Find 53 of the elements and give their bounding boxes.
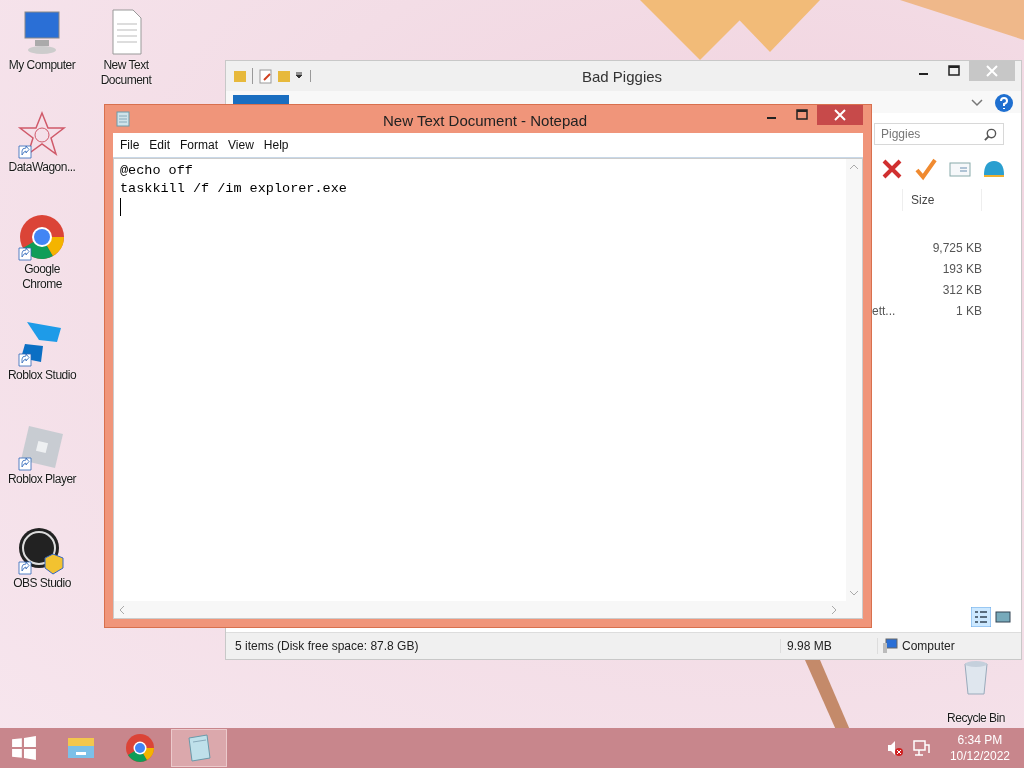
star-pattern-icon[interactable] <box>17 110 67 160</box>
icon-label: Roblox Studio <box>7 368 77 383</box>
menu-item[interactable]: View <box>223 138 259 152</box>
icon-label: My Computer <box>8 58 76 73</box>
file-name: ett... <box>872 303 897 318</box>
menu-item[interactable]: File <box>115 138 145 152</box>
checkmark-icon[interactable] <box>914 157 938 181</box>
icon-label: Google Chrome <box>21 262 63 292</box>
flower-stem-drawing <box>805 660 850 730</box>
computer-icon <box>877 638 898 654</box>
network-icon[interactable] <box>911 739 930 757</box>
menu-item[interactable]: Format <box>175 138 224 152</box>
notepad-icon <box>115 111 131 127</box>
status-size: 9.98 MB <box>780 639 873 653</box>
menu-item[interactable]: Help <box>258 138 294 152</box>
chevron-icon[interactable] <box>971 99 983 107</box>
status-text: 5 items (Disk free space: 87.8 GB) <box>235 639 420 653</box>
icon-label: New Text Document <box>99 58 153 88</box>
icon-label: Roblox Player <box>7 472 77 487</box>
ribbon-tab[interactable] <box>233 95 289 105</box>
vertical-scrollbar[interactable] <box>846 159 862 601</box>
window-title: New Text Document - Notepad <box>383 112 587 129</box>
help-icon[interactable] <box>995 94 1013 112</box>
muted-speaker-icon[interactable] <box>885 739 904 757</box>
scroll-right-icon[interactable] <box>830 604 838 615</box>
file-size: 1 KB <box>956 303 982 318</box>
icon-label: DataWagon... <box>8 160 76 175</box>
scroll-left-icon[interactable] <box>118 604 126 615</box>
text-line: taskkill /f /im explorer.exe <box>120 180 348 198</box>
window-title: Bad Piggies <box>582 68 663 85</box>
text-line: @echo off <box>120 162 194 180</box>
column-header[interactable]: Size <box>902 189 982 211</box>
chrome-icon[interactable] <box>17 212 67 262</box>
icon-label: OBS Studio <box>13 576 71 591</box>
text-cursor <box>120 198 121 216</box>
icon-label: Recycle Bin <box>947 711 1005 726</box>
file-size: 312 KB <box>942 282 982 297</box>
status-location: Computer <box>902 639 955 653</box>
scroll-down-icon[interactable] <box>849 589 859 597</box>
details-view-button[interactable] <box>971 607 991 627</box>
windows-logo-icon[interactable] <box>11 735 37 761</box>
close-button[interactable] <box>817 105 863 125</box>
scroll-up-icon[interactable] <box>849 163 859 171</box>
file-size: 9,725 KB <box>932 240 982 255</box>
delete-icon[interactable] <box>880 157 904 181</box>
file-size: 193 KB <box>942 261 982 276</box>
obs-icon[interactable] <box>17 526 67 576</box>
horizontal-scrollbar[interactable] <box>114 601 862 618</box>
menu-item[interactable]: Edit <box>144 138 176 152</box>
notepad-taskbar-button[interactable] <box>171 729 227 767</box>
search-field[interactable]: Piggies <box>874 123 1004 145</box>
search-icon[interactable] <box>984 127 997 141</box>
chrome-icon <box>124 732 156 764</box>
